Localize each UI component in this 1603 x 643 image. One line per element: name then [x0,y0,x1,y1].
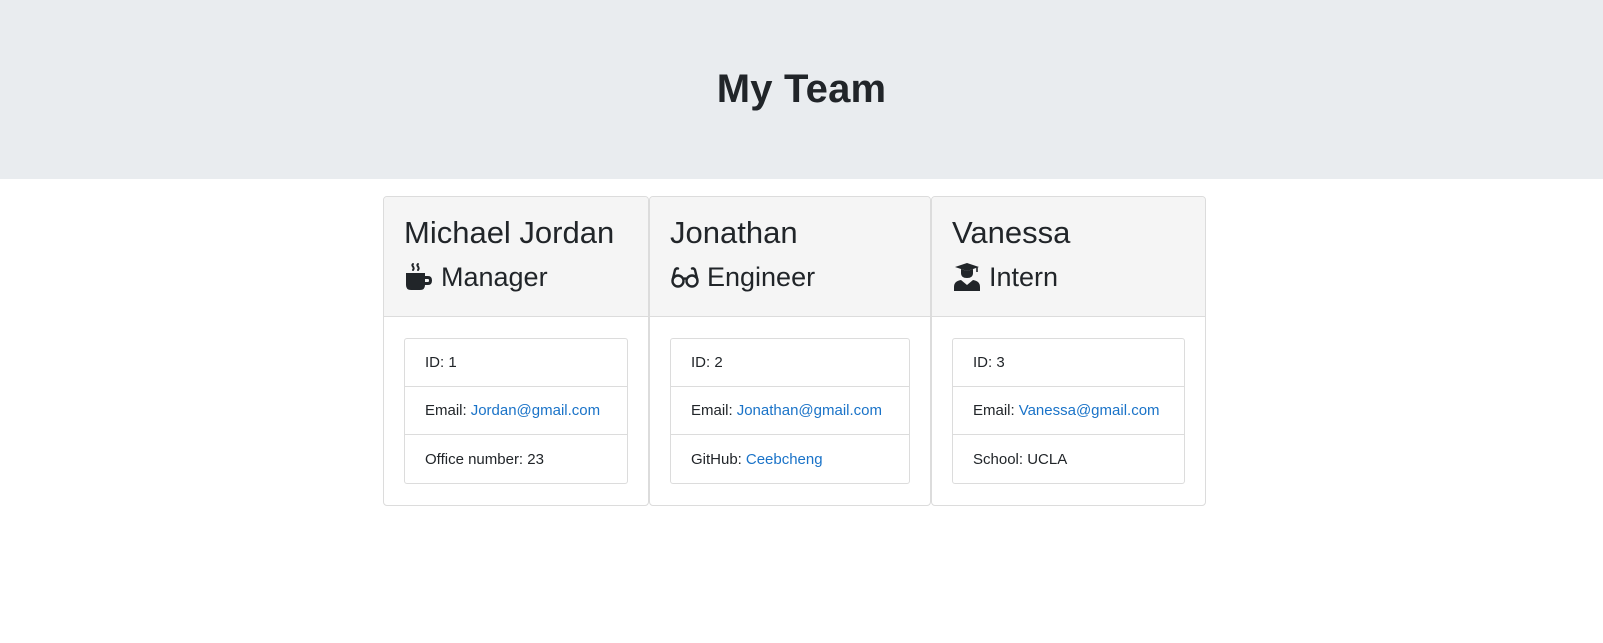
employee-name: Jonathan [670,215,798,250]
email-item: Email: Jordan@gmail.com [405,387,627,435]
email-item: Email: Jonathan@gmail.com [671,387,909,435]
id-item: ID: 3 [953,339,1184,387]
page-title: My Team [716,67,887,111]
id-label: ID: [973,354,993,371]
github-label: GitHub: [691,450,742,468]
employee-card-intern: Vanessa Intern ID: 3 Email: Vanessa@gmail… [931,196,1206,506]
school-label: School: [973,450,1024,468]
employee-role: Intern [952,259,1185,295]
id-label: ID: [425,354,445,371]
page-header: My Team [0,0,1603,179]
card-body: ID: 3 Email: Vanessa@gmail.com School: UC… [932,317,1205,504]
email-link[interactable]: Jordan@gmail.com [471,402,600,419]
id-label: ID: [691,354,711,371]
email-link[interactable]: Vanessa@gmail.com [1019,402,1160,419]
school-item: School: UCLA [953,435,1184,483]
email-label: Email: [973,402,1015,419]
office-number-value: 23 [527,450,544,468]
email-label: Email: [425,402,467,419]
card-header: Vanessa Intern [932,197,1205,317]
school-value: UCLA [1027,450,1068,468]
id-value: 3 [996,354,1005,371]
info-list: ID: 3 Email: Vanessa@gmail.com School: UC… [952,338,1185,484]
office-number-item: Office number: 23 [405,435,627,483]
employee-card-manager: Michael Jordan Manager ID: 1 Email: Jorda… [383,196,649,506]
card-body: ID: 2 Email: Jonathan@gmail.com GitHub: Ce… [650,317,930,504]
card-body: ID: 1 Email: Jordan@gmail.com Office numb… [384,317,648,504]
role-label: Manager [441,262,548,292]
id-value: 1 [448,354,457,371]
email-item: Email: Vanessa@gmail.com [953,387,1184,435]
user-graduate-icon [952,262,982,292]
info-list: ID: 2 Email: Jonathan@gmail.com GitHub: Ce… [670,338,910,484]
employee-role: Engineer [670,259,910,295]
github-link[interactable]: Ceebcheng [746,451,823,468]
role-label: Intern [989,262,1059,292]
employee-name: Michael Jordan [404,215,615,250]
id-item: ID: 1 [405,339,627,387]
id-value: 2 [714,354,723,371]
email-link[interactable]: Jonathan@gmail.com [737,402,882,419]
employee-card-engineer: Jonathan Engineer ID: 2 Email: Jonathan@g… [649,196,931,506]
id-item: ID: 2 [671,339,909,387]
employee-name: Vanessa [952,215,1071,250]
card-header: Jonathan Engineer [650,197,930,317]
role-label: Engineer [707,262,816,292]
info-list: ID: 1 Email: Jordan@gmail.com Office numb… [404,338,628,484]
glasses-icon [670,262,700,292]
email-label: Email: [691,402,733,419]
office-number-label: Office number: [425,450,524,468]
employee-role: Manager [404,259,628,295]
card-header: Michael Jordan Manager [384,197,648,317]
mug-hot-icon [404,262,434,292]
github-item: GitHub: Ceebcheng [671,435,909,483]
